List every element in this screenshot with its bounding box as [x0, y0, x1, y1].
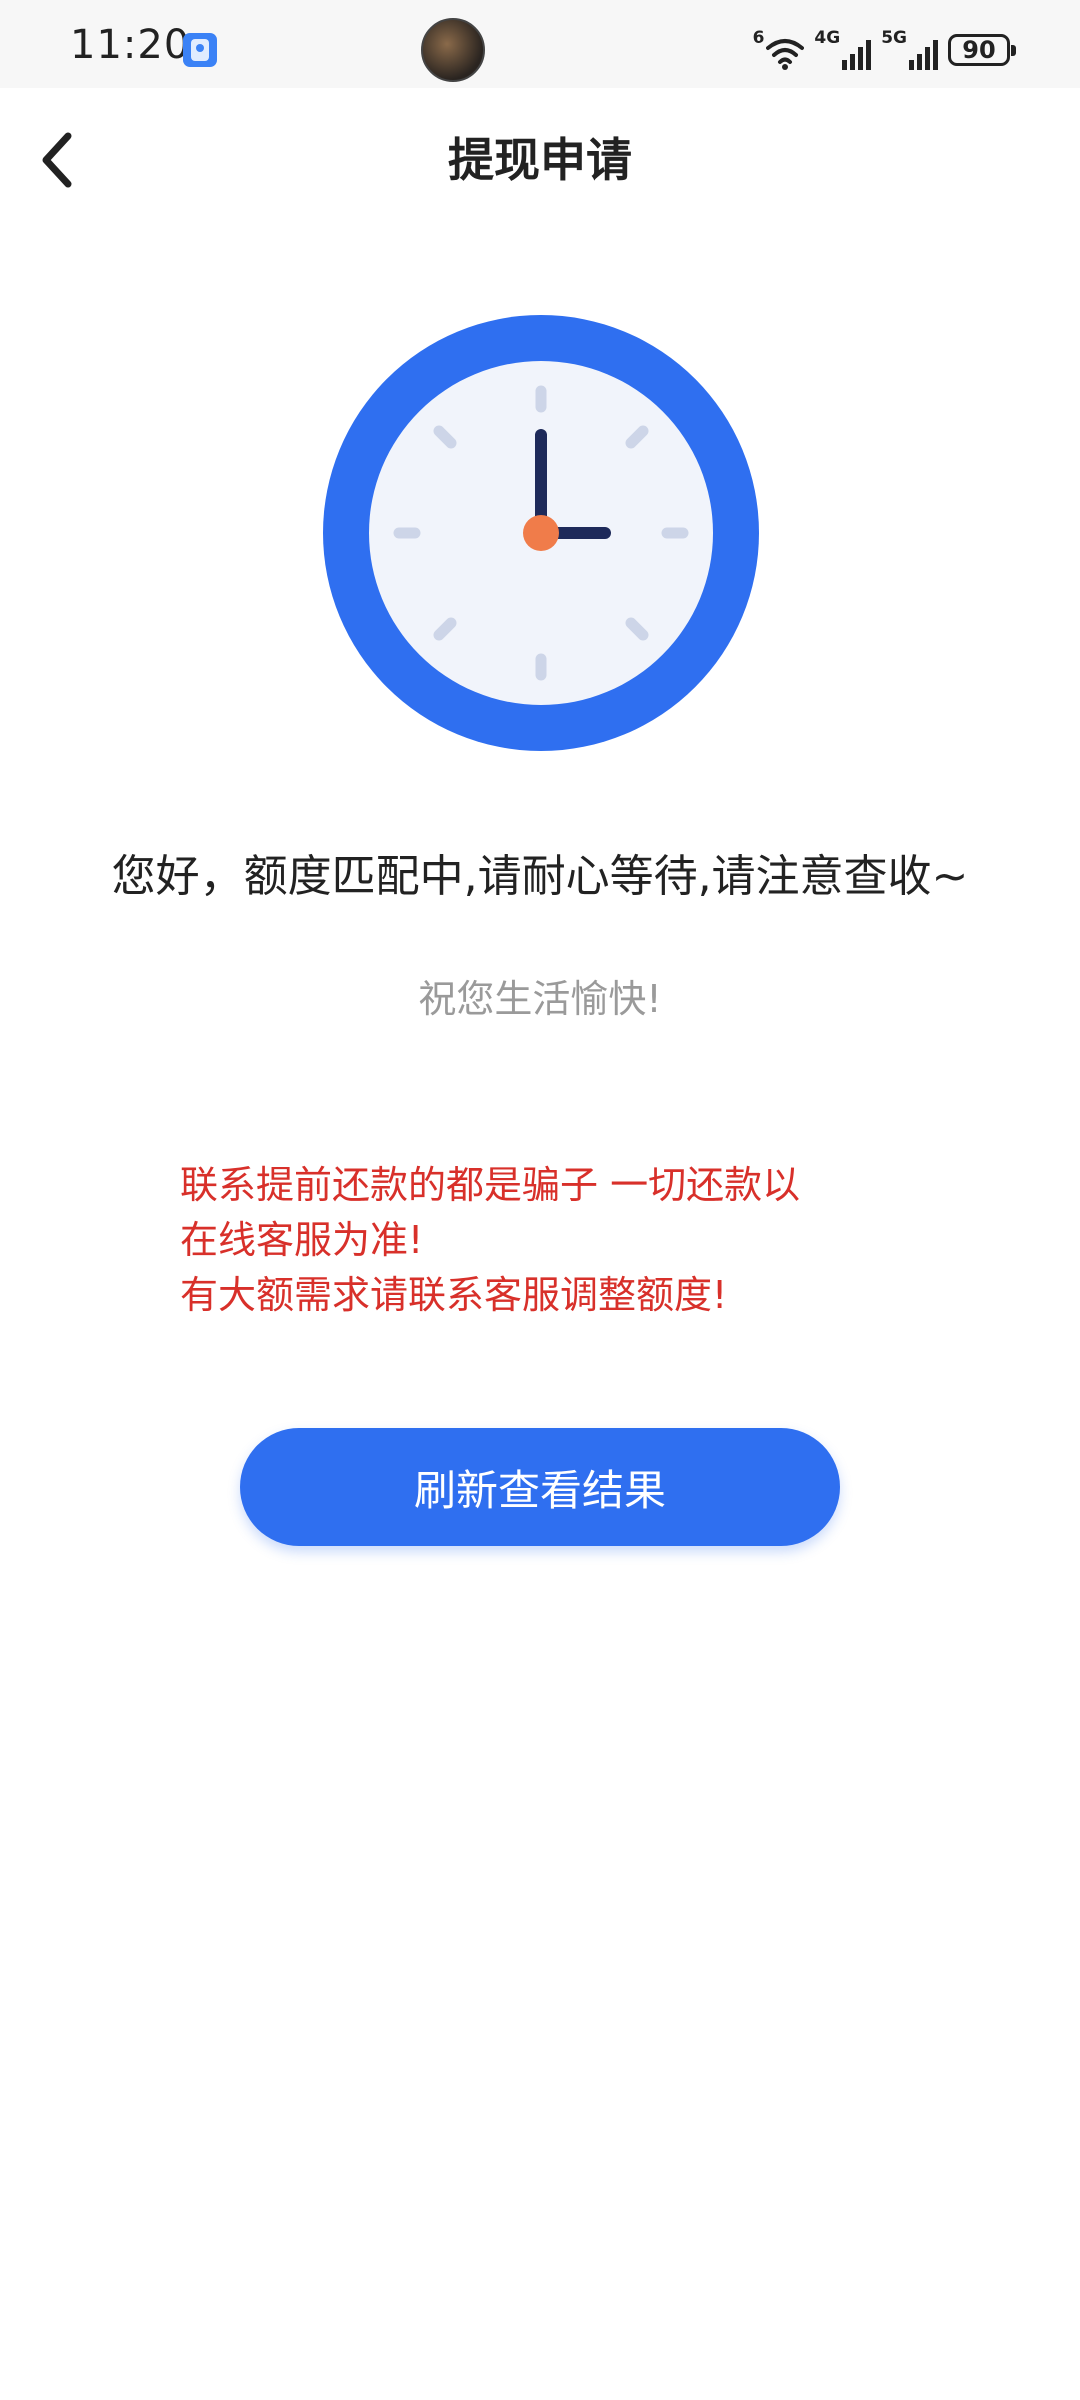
wifi-icon: 6 [753, 30, 805, 70]
nav-bar: 提现申请 [0, 88, 1080, 228]
battery-icon: 90 [948, 34, 1016, 66]
status-bar: 11:20 6 4G 5G 90 [0, 0, 1080, 88]
fraud-warning: 联系提前还款的都是骗子 一切还款以 在线客服为准! 有大额需求请联系客服调整额度… [180, 1158, 940, 1323]
wifi-label: 6 [752, 28, 765, 48]
signal-5g-icon: 5G [881, 30, 938, 70]
warning-line: 在线客服为准! [180, 1218, 424, 1262]
refresh-result-button[interactable]: 刷新查看结果 [240, 1428, 840, 1546]
network-4g-label: 4G [814, 28, 841, 48]
avatar[interactable] [421, 18, 485, 82]
withdraw-status-screen: 11:20 6 4G 5G 90 提现申请 您好，额度匹配中,请耐心等待,请注意… [0, 0, 1080, 2400]
signal-4g-icon: 4G [814, 28, 872, 70]
network-5g-label: 5G [881, 28, 907, 48]
battery-level: 90 [962, 36, 996, 64]
status-time: 11:20 [70, 22, 191, 68]
warning-line: 联系提前还款的都是骗子 一切还款以 [180, 1163, 801, 1207]
warning-line: 有大额需求请联系客服调整额度! [180, 1273, 728, 1317]
notification-app-icon [183, 33, 217, 67]
status-indicators: 6 4G 5G 90 [753, 28, 1016, 72]
page-title: 提现申请 [448, 133, 632, 187]
clock-icon [323, 315, 759, 751]
status-message: 您好，额度匹配中,请耐心等待,请注意查收~ [111, 851, 969, 902]
greeting-message: 祝您生活愉快! [418, 977, 662, 1021]
